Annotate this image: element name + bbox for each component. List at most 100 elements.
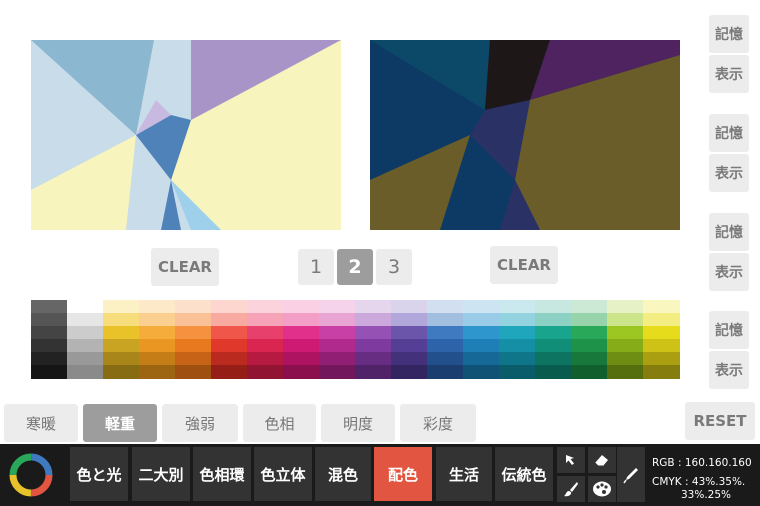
tab-light-heavy[interactable]: 軽重 — [83, 404, 157, 442]
palette-swatch[interactable] — [283, 313, 320, 327]
nav-color-light[interactable]: 色と光 — [70, 447, 128, 501]
palette-swatch[interactable] — [139, 365, 176, 379]
memory-button-2[interactable]: 記憶 — [709, 114, 749, 152]
palette-swatch[interactable] — [175, 365, 212, 379]
palette-swatch[interactable] — [463, 365, 500, 379]
palette-swatch[interactable] — [643, 352, 680, 366]
palette-swatch[interactable] — [247, 300, 284, 314]
palette-swatch[interactable] — [499, 313, 536, 327]
palette-swatch[interactable] — [571, 352, 608, 366]
palette-swatch[interactable] — [67, 339, 104, 353]
palette-swatch[interactable] — [319, 300, 356, 314]
palette-swatch[interactable] — [427, 313, 464, 327]
nav-hue-circle[interactable]: 色相環 — [193, 447, 251, 501]
page-3-button[interactable]: 3 — [376, 249, 412, 285]
palette-swatch[interactable] — [139, 300, 176, 314]
tab-hue[interactable]: 色相 — [243, 404, 316, 442]
memory-button-3[interactable]: 記憶 — [709, 213, 749, 251]
palette-swatch[interactable] — [103, 313, 140, 327]
clear-left-button[interactable]: CLEAR — [151, 248, 219, 286]
palette-swatch[interactable] — [391, 326, 428, 340]
palette-swatch[interactable] — [571, 313, 608, 327]
palette-swatch[interactable] — [355, 339, 392, 353]
palette-swatch[interactable] — [607, 365, 644, 379]
palette-swatch[interactable] — [175, 326, 212, 340]
palette-swatch[interactable] — [391, 300, 428, 314]
palette-swatch[interactable] — [211, 352, 248, 366]
palette-swatch[interactable] — [319, 326, 356, 340]
palette-swatch[interactable] — [427, 326, 464, 340]
palette-swatch[interactable] — [247, 326, 284, 340]
tab-saturation[interactable]: 彩度 — [400, 404, 476, 442]
palette-swatch[interactable] — [607, 313, 644, 327]
nav-life[interactable]: 生活 — [436, 447, 492, 501]
palette-swatch[interactable] — [247, 339, 284, 353]
palette-swatch[interactable] — [31, 313, 68, 327]
clear-right-button[interactable]: CLEAR — [490, 246, 558, 284]
palette-swatch[interactable] — [283, 365, 320, 379]
palette-swatch[interactable] — [211, 365, 248, 379]
palette-swatch[interactable] — [139, 339, 176, 353]
palette-swatch[interactable] — [535, 352, 572, 366]
palette-swatch[interactable] — [175, 352, 212, 366]
palette-swatch[interactable] — [67, 326, 104, 340]
palette-swatch[interactable] — [643, 313, 680, 327]
palette-swatch[interactable] — [31, 352, 68, 366]
palette-swatch[interactable] — [643, 326, 680, 340]
palette-swatch[interactable] — [31, 326, 68, 340]
color-palette-grid[interactable] — [31, 300, 680, 379]
display-button-1[interactable]: 表示 — [709, 55, 749, 93]
palette-swatch[interactable] — [463, 352, 500, 366]
palette-swatch[interactable] — [535, 339, 572, 353]
palette-swatch[interactable] — [463, 313, 500, 327]
eraser-icon[interactable] — [588, 447, 616, 473]
palette-swatch[interactable] — [643, 300, 680, 314]
palette-swatch[interactable] — [427, 300, 464, 314]
tab-strong-weak[interactable]: 強弱 — [162, 404, 238, 442]
palette-swatch[interactable] — [247, 365, 284, 379]
palette-swatch[interactable] — [103, 352, 140, 366]
palette-swatch[interactable] — [211, 339, 248, 353]
palette-swatch[interactable] — [499, 339, 536, 353]
palette-swatch[interactable] — [607, 300, 644, 314]
pointer-icon[interactable] — [557, 447, 585, 473]
palette-swatch[interactable] — [31, 339, 68, 353]
palette-swatch[interactable] — [175, 313, 212, 327]
palette-swatch[interactable] — [67, 300, 104, 314]
palette-swatch[interactable] — [319, 365, 356, 379]
palette-swatch[interactable] — [355, 326, 392, 340]
palette-swatch[interactable] — [571, 365, 608, 379]
palette-swatch[interactable] — [607, 339, 644, 353]
tab-lightness[interactable]: 明度 — [321, 404, 395, 442]
page-2-button[interactable]: 2 — [337, 249, 373, 285]
palette-swatch[interactable] — [391, 365, 428, 379]
palette-swatch[interactable] — [283, 300, 320, 314]
palette-swatch[interactable] — [427, 352, 464, 366]
palette-swatch[interactable] — [31, 365, 68, 379]
color-wheel-icon[interactable] — [6, 450, 56, 500]
palette-swatch[interactable] — [211, 326, 248, 340]
palette-swatch[interactable] — [103, 365, 140, 379]
palette-swatch[interactable] — [535, 326, 572, 340]
palette-swatch[interactable] — [175, 300, 212, 314]
palette-swatch[interactable] — [571, 339, 608, 353]
palette-swatch[interactable] — [463, 339, 500, 353]
nav-color-mixing[interactable]: 混色 — [315, 447, 371, 501]
right-color-composition[interactable] — [370, 40, 680, 230]
palette-swatch[interactable] — [499, 352, 536, 366]
palette-swatch[interactable] — [283, 339, 320, 353]
palette-swatch[interactable] — [499, 326, 536, 340]
palette-swatch[interactable] — [103, 326, 140, 340]
palette-swatch[interactable] — [319, 313, 356, 327]
palette-swatch[interactable] — [31, 300, 68, 314]
display-button-3[interactable]: 表示 — [709, 253, 749, 291]
page-1-button[interactable]: 1 — [298, 249, 334, 285]
palette-swatch[interactable] — [283, 326, 320, 340]
palette-swatch[interactable] — [571, 326, 608, 340]
palette-swatch[interactable] — [139, 326, 176, 340]
palette-swatch[interactable] — [247, 352, 284, 366]
palette-swatch[interactable] — [67, 365, 104, 379]
palette-swatch[interactable] — [211, 300, 248, 314]
nav-color-scheme[interactable]: 配色 — [374, 447, 432, 501]
pen-icon[interactable] — [617, 447, 645, 502]
